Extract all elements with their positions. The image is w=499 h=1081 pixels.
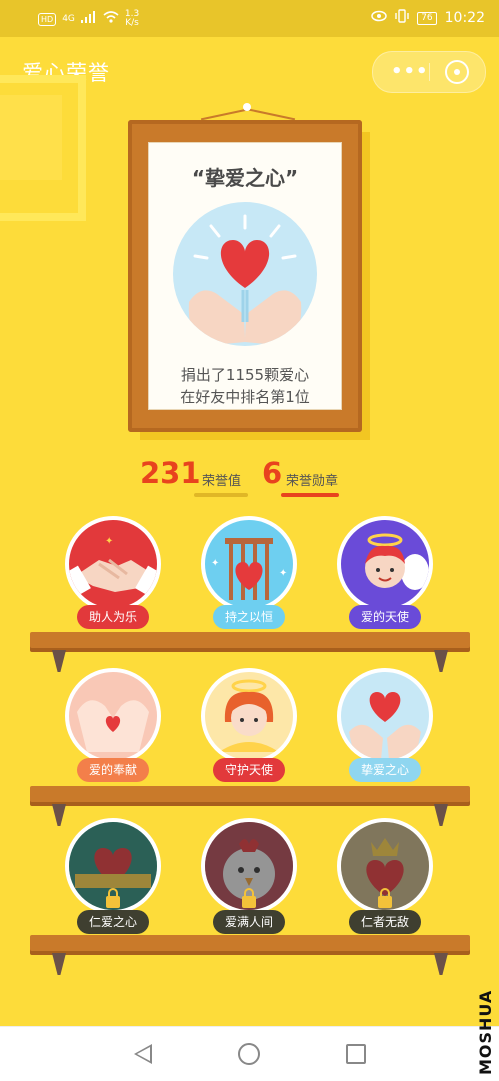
svg-text:✦: ✦: [279, 568, 287, 579]
frame-rank-text: 在好友中排名第1位: [180, 388, 310, 406]
badge-label: 守护天使: [212, 758, 286, 782]
medals-underline: [281, 493, 339, 497]
honor-value-tab[interactable]: 荣誉值: [202, 470, 241, 489]
lock-icon: [242, 888, 256, 908]
badge-label: 爱满人间: [212, 910, 286, 934]
frame-hook: [243, 103, 251, 111]
badge-helping[interactable]: ✦: [65, 516, 161, 612]
vibrate-icon: [395, 9, 409, 27]
shelf-bracket: [52, 804, 66, 826]
medals-count: 6: [262, 456, 283, 490]
hands-heart-icon: [77, 700, 149, 752]
shelf: [30, 632, 470, 648]
decor-frame: [0, 75, 86, 221]
badge-label: 仁者无敌: [348, 910, 422, 934]
honor-value: 231: [140, 456, 201, 490]
shelf-bracket: [52, 953, 66, 975]
mini-program-capsule: •••: [372, 51, 486, 93]
badge-angel-love[interactable]: [337, 516, 433, 612]
back-icon[interactable]: [134, 1044, 152, 1064]
shelf-bracket: [52, 650, 66, 672]
hanging-string: [245, 108, 296, 121]
badge-label: 爱的天使: [348, 605, 422, 629]
badge-guardian-angel[interactable]: [201, 668, 297, 764]
handshake-icon: ✦: [69, 536, 157, 597]
lock-icon: [106, 888, 120, 908]
honor-frame: “挚爱之心” 捐出了1155颗爱心 在好友中排名第1位: [128, 120, 362, 432]
frame-donation-text: 捐出了1155颗爱心: [180, 366, 310, 384]
badge-label: 挚爱之心: [348, 758, 422, 782]
badge-devotion[interactable]: [65, 668, 161, 764]
network-speed: 1.3 K/s: [124, 9, 140, 28]
battery-icon: 76: [417, 11, 437, 25]
badge-devoted-heart[interactable]: [337, 668, 433, 764]
hd-indicator: HD: [38, 12, 57, 26]
recent-apps-icon[interactable]: [346, 1044, 366, 1064]
network-indicator: 4G: [62, 14, 75, 24]
heart-cage-icon: ✦✦: [211, 538, 287, 600]
cupid-icon: [365, 533, 429, 590]
more-button[interactable]: •••: [391, 61, 429, 82]
shelf-bracket: [434, 650, 448, 672]
svg-text:✦: ✦: [105, 536, 113, 547]
badge-label: 仁爱之心: [76, 910, 150, 934]
medals-tab[interactable]: 荣誉勋章: [286, 470, 338, 489]
heart-hands-icon: [173, 202, 317, 346]
badge-persistence[interactable]: ✦ ✦: [201, 516, 297, 612]
wifi-icon: [103, 11, 119, 27]
shelf: [30, 786, 470, 802]
capsule-divider: [429, 63, 430, 81]
badge-label: 爱的奉献: [76, 758, 150, 782]
badge-label: 持之以恒: [212, 605, 286, 629]
badge-label: 助人为乐: [76, 605, 150, 629]
heart-hands-icon: [349, 692, 421, 760]
frame-canvas: “挚爱之心” 捐出了1155颗爱心 在好友中排名第1位: [148, 142, 342, 410]
home-icon[interactable]: [238, 1043, 260, 1065]
close-button[interactable]: [445, 60, 469, 84]
hanging-string: [200, 108, 251, 121]
honor-value-underline: [194, 493, 248, 497]
lock-icon: [378, 888, 392, 908]
shelf-bracket: [434, 953, 448, 975]
system-nav-bar: [0, 1026, 499, 1081]
svg-text:✦: ✦: [211, 558, 219, 569]
shelf: [30, 935, 470, 951]
eye-icon: [371, 10, 387, 26]
frame-title: “挚爱之心”: [191, 166, 299, 190]
signal-icon: [80, 11, 97, 27]
clock: 10:22: [444, 10, 485, 26]
status-bar: HD 4G 1.3 K/s 76 10:22: [0, 0, 499, 37]
honor-stats: 231 荣誉值 6 荣誉勋章: [0, 450, 499, 500]
watermark: MOSHUA: [476, 989, 495, 1075]
angel-girl-icon: [219, 679, 279, 752]
shelf-bracket: [434, 804, 448, 826]
